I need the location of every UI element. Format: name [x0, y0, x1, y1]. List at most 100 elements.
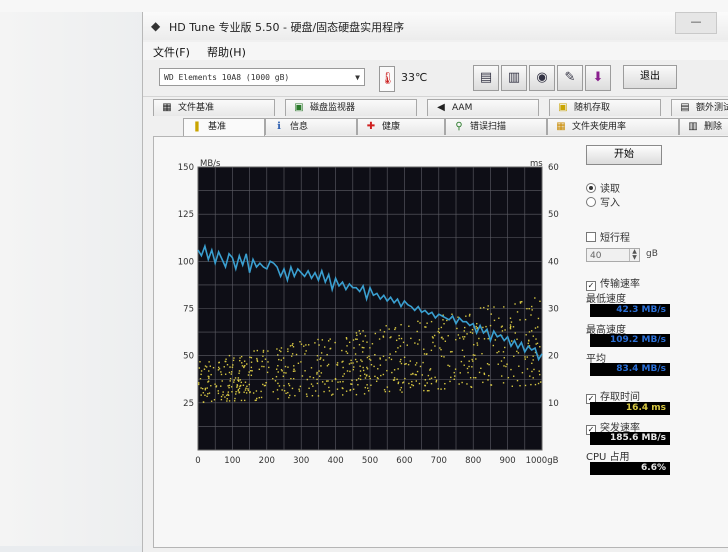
access-time-point: [250, 361, 253, 363]
copy-text-icon[interactable]: ▥: [501, 65, 527, 91]
access-time-point: [422, 361, 424, 364]
access-time-point: [327, 340, 330, 342]
access-time-point: [289, 345, 292, 347]
access-time-point: [233, 381, 235, 383]
access-time-point: [223, 366, 225, 368]
access-time-point: [241, 362, 243, 364]
access-time-point: [342, 375, 344, 377]
start-button[interactable]: 开始: [586, 145, 662, 165]
access-time-point: [334, 341, 336, 344]
access-time-point: [489, 324, 492, 327]
short-stroke-checkbox[interactable]: [586, 232, 596, 242]
drive-select[interactable]: WD Elements 10A8 (1000 gB) ▼: [159, 68, 365, 86]
access-time-point: [275, 375, 278, 378]
access-time-point: [424, 326, 426, 328]
access-time-point: [355, 379, 358, 381]
transfer-rate-option[interactable]: ✓ 传输速率: [586, 275, 640, 291]
access-time-point: [513, 375, 515, 377]
access-time-point: [482, 381, 484, 384]
tab-disk-monitor[interactable]: ▣ 磁盘监视器: [285, 99, 417, 116]
y-right-tick-label: 60: [548, 163, 559, 173]
tab-extra-tests[interactable]: ▤额外测试: [671, 99, 728, 116]
access-time-point: [418, 339, 421, 341]
access-time-point: [317, 395, 320, 397]
access-time-point: [230, 386, 233, 388]
tab-benchmark[interactable]: ❚ 基准: [183, 118, 265, 137]
extra-tests-icon: ▤: [680, 102, 690, 113]
benchmark-icon: ❚: [192, 121, 202, 132]
access-time-point: [532, 355, 534, 357]
folder-icon: ▦: [162, 102, 172, 113]
read-option[interactable]: 读取: [586, 180, 620, 195]
camera-icon[interactable]: ◉: [529, 65, 555, 91]
access-time-point: [388, 357, 391, 359]
copy-info-icon[interactable]: ▤: [473, 65, 499, 91]
short-stroke-unit: gB: [646, 249, 658, 259]
stepper-arrows-icon[interactable]: ▲ ▼: [629, 249, 639, 261]
access-time-point: [368, 375, 371, 378]
tab-folder-usage[interactable]: ▦ 文件夹使用率: [547, 118, 679, 135]
access-time-point: [354, 353, 357, 355]
x-tick-label: 300: [293, 456, 309, 466]
access-time-point: [246, 363, 248, 365]
save-icon[interactable]: ⬇: [585, 65, 611, 91]
access-time-point: [468, 360, 470, 362]
access-time-point: [249, 391, 251, 393]
tab-info[interactable]: ℹ 信息: [265, 118, 357, 135]
access-time-point: [451, 313, 453, 315]
access-time-point: [342, 366, 344, 369]
tab-file-benchmark[interactable]: ▦ 文件基准: [153, 99, 275, 116]
access-time-point: [263, 365, 265, 368]
menu-help[interactable]: 帮助(H): [207, 44, 246, 60]
access-time-point: [316, 373, 318, 375]
access-time-point: [503, 306, 505, 308]
access-time-point: [228, 371, 231, 374]
access-time-point: [201, 387, 204, 390]
access-time-point: [476, 344, 479, 346]
radio-read[interactable]: [586, 183, 596, 193]
access-time-point: [217, 390, 219, 392]
access-time-point: [505, 365, 507, 368]
access-time-point: [341, 394, 344, 396]
tab-health[interactable]: ✚ 健康: [357, 118, 445, 135]
access-time-point: [532, 335, 535, 337]
tab-random-access[interactable]: ▣ 随机存取: [549, 99, 661, 116]
access-time-point: [235, 393, 237, 395]
access-time-point: [426, 353, 428, 355]
access-time-point: [391, 371, 393, 374]
access-time-point: [476, 322, 478, 325]
access-time-point: [276, 389, 279, 391]
access-time-point: [328, 386, 330, 389]
access-time-point: [238, 387, 241, 390]
access-time-point: [393, 377, 396, 379]
access-time-point: [276, 348, 278, 350]
write-option[interactable]: 写入: [586, 194, 620, 209]
tab-aam[interactable]: ◀ AAM: [427, 99, 539, 116]
access-time-point: [357, 377, 360, 380]
tab-error-scan[interactable]: ⚲ 错误扫描: [445, 118, 547, 135]
short-stroke-stepper[interactable]: 40 ▲ ▼: [586, 248, 640, 262]
access-time-point: [228, 400, 231, 402]
y-right-tick-label: 20: [548, 352, 559, 362]
exit-button[interactable]: 退出: [623, 65, 677, 89]
access-time-point: [346, 352, 349, 354]
access-time-point: [337, 381, 339, 383]
radio-write[interactable]: [586, 197, 596, 207]
short-stroke-option[interactable]: 短行程: [586, 229, 630, 244]
access-time-point: [434, 345, 436, 347]
access-time-point: [243, 391, 245, 393]
access-time-point: [450, 376, 452, 379]
access-time-point: [502, 351, 505, 353]
tab-erase[interactable]: ▥ 删除: [679, 118, 728, 135]
access-time-point: [349, 370, 351, 373]
access-time-point: [448, 365, 451, 367]
access-time-point: [258, 396, 261, 399]
access-time-point: [459, 372, 461, 374]
minimize-button[interactable]: —: [675, 12, 717, 34]
health-icon: ✚: [366, 121, 376, 132]
access-time-point: [473, 343, 475, 346]
options-icon[interactable]: ✎: [557, 65, 583, 91]
min-speed-value: 42.3 MB/s: [590, 304, 670, 317]
x-tick-label: 100: [224, 456, 240, 466]
menu-file[interactable]: 文件(F): [153, 44, 190, 60]
